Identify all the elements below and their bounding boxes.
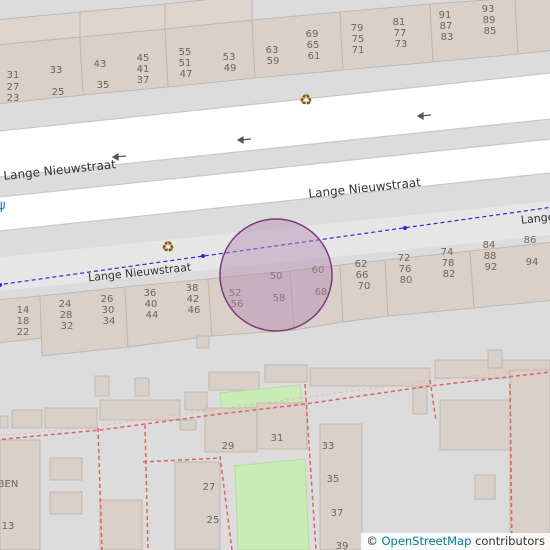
- house-number: 73: [395, 39, 408, 50]
- house-number: 63: [266, 45, 279, 56]
- house-number: 79: [351, 23, 364, 34]
- house-number: 44: [146, 310, 159, 321]
- house-number: 65: [307, 40, 320, 51]
- house-number: 80: [400, 275, 413, 286]
- park: [234, 458, 310, 550]
- house-number: 37: [331, 508, 344, 519]
- house-number: 33: [50, 65, 63, 76]
- copyright-symbol: ©: [366, 534, 378, 548]
- house-number: 25: [207, 515, 220, 526]
- house-number: 22: [17, 327, 30, 338]
- map-attribution: © OpenStreetMap contributors: [361, 533, 550, 550]
- house-number: 93: [482, 4, 495, 15]
- house-number: 29: [222, 441, 235, 452]
- house-number: 35: [97, 80, 110, 91]
- house-number: 41: [137, 64, 150, 75]
- house-number: 53: [223, 52, 236, 63]
- house-number: 59: [267, 56, 280, 67]
- house-number: 23: [7, 93, 20, 104]
- house-number: 89: [483, 15, 496, 26]
- map-view[interactable]: 31 27 23 33 25 43 35 45 41 37 55 51 47 5…: [0, 0, 550, 550]
- house-number: 45: [137, 53, 150, 64]
- house-number: 35: [327, 474, 340, 485]
- house-number: 37: [137, 75, 150, 86]
- house-number: 78: [442, 258, 455, 269]
- recycling-icon[interactable]: ♻: [299, 91, 312, 109]
- house-number: 77: [394, 28, 407, 39]
- house-number: 83: [441, 32, 454, 43]
- house-number: 27: [203, 482, 216, 493]
- house-number: 32: [61, 321, 74, 332]
- house-number: 47: [180, 69, 193, 80]
- house-number: 43: [94, 59, 107, 70]
- house-number: 66: [356, 270, 369, 281]
- house-number: 94: [526, 257, 539, 268]
- house-number: 76: [399, 264, 412, 275]
- house-number: 14: [17, 305, 30, 316]
- svg-text:ψ: ψ: [0, 198, 6, 213]
- house-number: 71: [352, 45, 365, 56]
- openstreetmap-link[interactable]: OpenStreetMap: [381, 534, 471, 548]
- house-number: 86: [524, 235, 537, 246]
- bicycle-route-icon: ψ: [0, 198, 6, 213]
- house-number: 30: [102, 305, 115, 316]
- house-number: 13: [2, 521, 15, 532]
- house-number: 31: [271, 433, 284, 444]
- house-number: 87: [440, 21, 453, 32]
- house-number: 74: [441, 247, 454, 258]
- house-number: 62: [355, 259, 368, 270]
- house-number: 40: [145, 299, 158, 310]
- house-number: 72: [398, 253, 411, 264]
- attribution-suffix: contributors: [475, 534, 545, 548]
- house-number: 75: [352, 34, 365, 45]
- house-number: 38: [186, 283, 199, 294]
- svg-text:♻: ♻: [299, 91, 312, 109]
- house-number: 28: [60, 310, 73, 321]
- house-number: 36: [144, 288, 157, 299]
- house-number: 70: [358, 281, 371, 292]
- house-number: 46: [188, 305, 201, 316]
- house-number: 85: [484, 26, 497, 37]
- house-number: 81: [393, 17, 406, 28]
- house-number: 39: [336, 541, 349, 550]
- house-number: 33: [322, 441, 335, 452]
- house-number: 82: [443, 269, 456, 280]
- recycling-icon[interactable]: ♻: [161, 238, 174, 256]
- house-number: 61: [308, 51, 321, 62]
- house-number: 69: [306, 29, 319, 40]
- house-number: 25: [52, 87, 65, 98]
- house-number: 26: [101, 294, 114, 305]
- house-number: 18: [17, 316, 30, 327]
- house-label-partial: BEN: [0, 479, 18, 490]
- house-number: 27: [7, 82, 20, 93]
- house-number: 91: [439, 10, 452, 21]
- house-number: 42: [187, 294, 200, 305]
- selection-circle[interactable]: [219, 218, 333, 332]
- house-number: 88: [484, 251, 497, 262]
- house-number: 31: [7, 70, 20, 81]
- svg-text:♻: ♻: [161, 238, 174, 256]
- house-number: 84: [483, 240, 496, 251]
- house-number: 24: [59, 299, 72, 310]
- house-number: 92: [485, 262, 498, 273]
- house-number: 34: [103, 316, 116, 327]
- house-number: 55: [179, 47, 192, 58]
- house-number: 49: [224, 63, 237, 74]
- house-number: 51: [179, 58, 192, 69]
